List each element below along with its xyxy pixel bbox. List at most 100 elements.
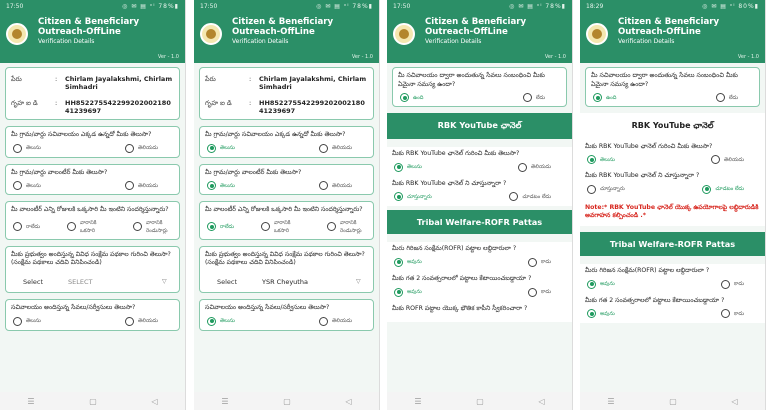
radio-icon[interactable] (721, 279, 731, 289)
radio-icon[interactable] (125, 143, 135, 153)
radio-icon[interactable] (67, 222, 76, 232)
radio-selected-icon[interactable] (394, 192, 403, 202)
menu-icon[interactable]: ☰ (607, 397, 614, 406)
radio-icon[interactable] (327, 222, 336, 232)
radio-selected-icon[interactable] (207, 222, 216, 232)
radio-icon[interactable] (721, 309, 731, 319)
option-twice-week[interactable]: వారానికి రెండుసార్లు (133, 219, 172, 235)
home-icon[interactable]: ▢ (89, 397, 97, 406)
radio-selected-icon[interactable] (587, 279, 596, 289)
option-knows[interactable]: తెలుసు (207, 143, 235, 153)
option-knows[interactable]: తెలుసు (13, 143, 41, 153)
radio-icon[interactable] (518, 162, 528, 172)
back-icon[interactable]: ◁ (731, 397, 737, 406)
option-yes[interactable]: అవును (394, 287, 422, 297)
option-knows[interactable]: తెలుసు (13, 316, 41, 326)
option-not-knows[interactable]: తెలియదు (518, 162, 551, 172)
option-watching[interactable]: చూస్తున్నారు (587, 184, 625, 194)
home-icon[interactable]: ▢ (283, 397, 291, 406)
radio-icon[interactable] (711, 155, 721, 165)
radio-icon[interactable] (125, 316, 135, 326)
radio-icon[interactable] (13, 181, 22, 191)
option-no[interactable]: లేదు (715, 93, 738, 103)
radio-icon[interactable] (528, 257, 538, 267)
form-content[interactable]: మీ సచివాలయం ద్వారా అందుతున్న సేవలు సంబంధ… (580, 63, 765, 392)
option-knows[interactable]: తెలుసు (394, 162, 422, 172)
radio-selected-icon[interactable] (394, 287, 403, 297)
option-not-knows[interactable]: తెలియదు (125, 316, 158, 326)
option-not-watching[interactable]: చూడటం లేదు (509, 192, 551, 202)
radio-icon[interactable] (528, 287, 538, 297)
home-icon[interactable]: ▢ (476, 397, 484, 406)
radio-selected-icon[interactable] (587, 155, 596, 165)
form-content[interactable]: పేరు : Chirlam Jayalakshmi, Chirlam Simh… (194, 63, 379, 392)
chevron-down-icon[interactable]: ▽ (356, 278, 366, 285)
radio-selected-icon[interactable] (207, 143, 216, 153)
option-not-knows[interactable]: తెలియదు (711, 155, 744, 165)
back-icon[interactable]: ◁ (345, 397, 351, 406)
option-not-watching[interactable]: చూడటం లేదు (702, 184, 744, 194)
option-knows[interactable]: తెలుసు (207, 181, 235, 191)
option-yes[interactable]: ఉంది (593, 93, 616, 103)
form-content[interactable]: మీ సచివాలయం ద్వారా అందుతున్న సేవలు సంబంధ… (387, 63, 572, 392)
option-no[interactable]: కాదు (721, 279, 744, 289)
radio-selected-icon[interactable] (587, 309, 596, 319)
option-yes[interactable]: ఉంది (400, 93, 423, 103)
option-yes[interactable]: అవును (394, 257, 422, 267)
radio-icon[interactable] (125, 181, 135, 191)
radio-icon[interactable] (133, 222, 142, 232)
option-yes[interactable]: అవును (587, 279, 615, 289)
radio-selected-icon[interactable] (394, 162, 403, 172)
option-twice-week[interactable]: వారానికి రెండుసార్లు (327, 219, 366, 235)
option-not-knows[interactable]: తెలియదు (319, 143, 352, 153)
radio-icon[interactable] (587, 184, 596, 194)
radio-icon[interactable] (715, 93, 725, 103)
option-no[interactable]: కాదు (721, 309, 744, 319)
radio-icon[interactable] (261, 222, 270, 232)
option-not-knows[interactable]: తెలియదు (319, 181, 352, 191)
radio-icon[interactable] (13, 143, 22, 153)
radio-icon[interactable] (13, 222, 22, 232)
radio-icon[interactable] (319, 181, 329, 191)
menu-icon[interactable]: ☰ (221, 397, 228, 406)
option-knows[interactable]: తెలుసు (207, 316, 235, 326)
option-no[interactable]: కాదు (528, 257, 551, 267)
radio-selected-icon[interactable] (394, 257, 403, 267)
option-not-knows[interactable]: తెలియదు (125, 181, 158, 191)
radio-selected-icon[interactable] (593, 93, 602, 103)
option-watching[interactable]: చూస్తున్నారు (394, 192, 432, 202)
select-value[interactable]: SELECT (68, 278, 162, 286)
radio-icon[interactable] (319, 316, 329, 326)
option-once-week[interactable]: వారానికి ఒకసారి (67, 219, 106, 235)
option-knows[interactable]: తెలుసు (587, 155, 615, 165)
option-never[interactable]: రాలేదు (13, 222, 40, 232)
option-never[interactable]: రాలేదు (207, 222, 234, 232)
home-icon[interactable]: ▢ (669, 397, 677, 406)
select-value[interactable]: YSR Cheyutha (262, 278, 356, 286)
option-no[interactable]: లేదు (522, 93, 545, 103)
radio-selected-icon[interactable] (207, 316, 216, 326)
radio-icon[interactable] (13, 316, 22, 326)
scheme-select[interactable]: Select SELECT ▽ (11, 272, 174, 288)
question-card: మీ గ్రామ/వార్డు వాలంటీర్ మీకు తెలుసా? తె… (5, 163, 180, 196)
radio-selected-icon[interactable] (400, 93, 409, 103)
option-once-week[interactable]: వారానికి ఒకసారి (261, 219, 300, 235)
back-icon[interactable]: ◁ (151, 397, 157, 406)
radio-selected-icon[interactable] (207, 181, 216, 191)
radio-selected-icon[interactable] (702, 184, 712, 194)
radio-icon[interactable] (509, 192, 519, 202)
menu-icon[interactable]: ☰ (27, 397, 34, 406)
option-knows[interactable]: తెలుసు (13, 181, 41, 191)
back-icon[interactable]: ◁ (538, 397, 544, 406)
radio-icon[interactable] (522, 93, 532, 103)
menu-icon[interactable]: ☰ (414, 397, 421, 406)
option-yes[interactable]: అవును (587, 309, 615, 319)
option-not-knows[interactable]: తెలియదు (319, 316, 352, 326)
form-content[interactable]: పేరు : Chirlam Jayalakshmi, Chirlam Simh… (0, 63, 185, 392)
radio-icon[interactable] (319, 143, 329, 153)
chevron-down-icon[interactable]: ▽ (162, 278, 172, 285)
tribal-section: మీరు గిరిజన సంక్షేమ(ROFR) పట్టాల లబ్దిదా… (580, 263, 765, 324)
option-not-knows[interactable]: తెలియదు (125, 143, 158, 153)
scheme-select[interactable]: Select YSR Cheyutha ▽ (205, 272, 368, 288)
option-no[interactable]: కాదు (528, 287, 551, 297)
